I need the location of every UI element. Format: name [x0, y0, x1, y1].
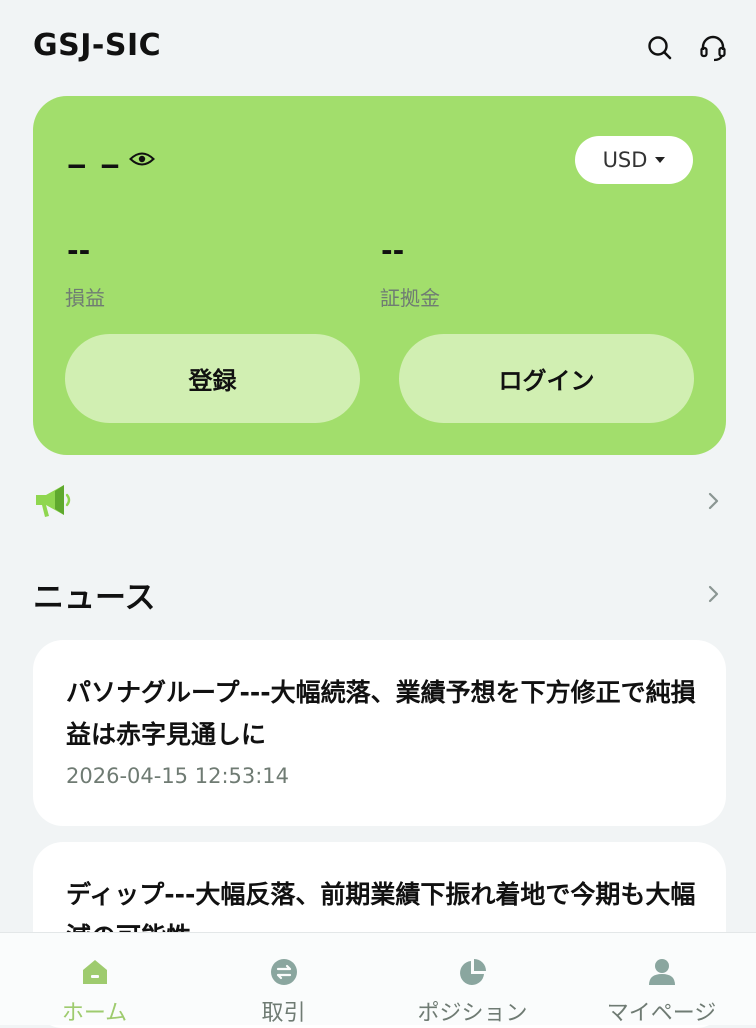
trade-swap-icon — [271, 959, 297, 985]
news-section-title: ニュース — [33, 580, 156, 616]
search-icon[interactable] — [645, 33, 675, 63]
bottom-tab-bar: ホーム 取引 ポジション マイページ — [0, 932, 756, 1026]
news-more-button[interactable] — [700, 582, 728, 606]
currency-label: USD — [602, 148, 648, 172]
tab-label: ポジション — [417, 1001, 528, 1026]
tab-positions[interactable]: ポジション — [378, 933, 567, 1026]
margin-label: 証拠金 — [380, 286, 440, 310]
pnl-value: -- — [67, 234, 91, 267]
tab-mypage[interactable]: マイページ — [567, 933, 756, 1026]
account-card: ‒ ‒ USD -- 損益 -- 証拠金 登録 ログイン — [33, 96, 726, 455]
tab-home[interactable]: ホーム — [0, 933, 189, 1026]
tab-label: 取引 — [261, 1001, 306, 1026]
user-icon — [649, 959, 675, 985]
megaphone-icon — [33, 480, 73, 520]
register-button[interactable]: 登録 — [65, 334, 360, 423]
tab-trade[interactable]: 取引 — [189, 933, 378, 1026]
home-icon — [83, 960, 107, 984]
eye-icon[interactable] — [129, 149, 155, 169]
chevron-right-icon — [708, 492, 719, 510]
news-card[interactable]: パソナグループ---大幅続落、業績予想を下方修正で純損益は赤字見通しに 2026… — [33, 640, 726, 826]
login-button[interactable]: ログイン — [399, 334, 694, 423]
news-title: パソナグループ---大幅続落、業績予想を下方修正で純損益は赤字見通しに — [66, 678, 696, 749]
tab-label: ホーム — [61, 1001, 128, 1026]
headset-icon[interactable] — [698, 33, 728, 63]
app-header: GSJ-SIC — [0, 0, 756, 96]
app-title: GSJ-SIC — [33, 28, 162, 63]
caret-down-icon — [655, 157, 666, 163]
pnl-label: 損益 — [65, 286, 105, 310]
tab-label: マイページ — [606, 1001, 717, 1026]
margin-value: -- — [381, 234, 405, 267]
currency-select[interactable]: USD — [575, 136, 693, 184]
chevron-right-icon — [708, 585, 719, 603]
announcement-row[interactable] — [33, 478, 726, 524]
news-timestamp: 2026-04-15 12:53:14 — [66, 764, 290, 788]
balance-value: ‒ ‒ — [67, 148, 122, 181]
pie-chart-icon — [460, 959, 486, 985]
